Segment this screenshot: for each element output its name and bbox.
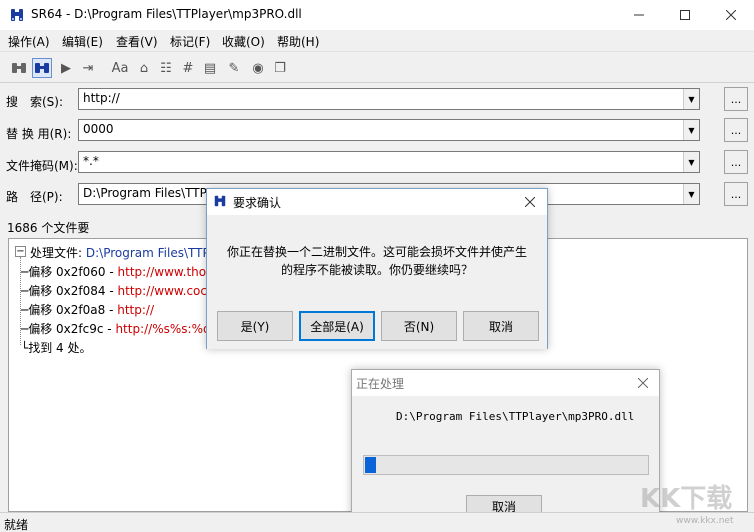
- confirm-dialog-body: 你正在替换一个二进制文件。这可能会损坏文件并使产生 的程序不能被读取。你仍要继续…: [207, 215, 547, 349]
- menu-favorites[interactable]: 收藏(O): [222, 33, 265, 50]
- replace-input-value: 0000: [83, 122, 114, 136]
- yes-button[interactable]: 是(Y): [217, 311, 293, 341]
- watermark-text: KK下载: [640, 484, 733, 514]
- copy-icon[interactable]: ❐: [270, 58, 290, 78]
- window-title: SR64 - D:\Program Files\TTPlayer\mp3PRO.…: [31, 7, 302, 21]
- toolbar: ▶ ⇥ Aa ⌂ ☷ # ▤ ✎ ◉ ❐: [0, 53, 754, 83]
- status-text: 就绪: [4, 518, 29, 532]
- yes-to-all-button[interactable]: 全部是(A): [299, 311, 375, 341]
- search-dropdown-button[interactable]: ▼: [683, 89, 699, 109]
- replace-dropdown-button[interactable]: ▼: [683, 120, 699, 140]
- confirm-message: 你正在替换一个二进制文件。这可能会损坏文件并使产生 的程序不能被读取。你仍要继续…: [226, 245, 527, 277]
- minimize-button[interactable]: [616, 0, 662, 30]
- binoculars-icon: [214, 195, 226, 207]
- close-icon: [525, 197, 535, 207]
- binoculars-app-icon: [11, 9, 23, 21]
- path-dropdown-button[interactable]: ▼: [683, 184, 699, 204]
- search-input-value: http://: [83, 91, 120, 105]
- close-button[interactable]: [708, 0, 754, 30]
- confirm-dialog-titlebar: 要求确认: [207, 189, 547, 215]
- web-icon[interactable]: ◉: [248, 58, 268, 78]
- chevron-down-icon: ▼: [688, 189, 695, 199]
- confirm-dialog: 要求确认 你正在替换一个二进制文件。这可能会损坏文件并使产生 的程序不能被读取。…: [206, 188, 548, 349]
- progress-bar: [363, 455, 649, 475]
- confirm-close-button[interactable]: [521, 193, 539, 211]
- search-input[interactable]: http:// ▼: [78, 88, 700, 110]
- maximize-button[interactable]: [662, 0, 708, 30]
- no-button[interactable]: 否(N): [381, 311, 457, 341]
- replace-label: 替 换 用(R):: [6, 127, 72, 141]
- menu-operate[interactable]: 操作(A): [8, 33, 50, 50]
- progress-dialog-titlebar: 正在处理: [352, 370, 659, 396]
- mask-browse-button[interactable]: ...: [724, 150, 748, 174]
- maximize-icon: [680, 10, 690, 20]
- path-input-value: D:\Program Files\TTP: [83, 186, 207, 200]
- menu-bar: 操作(A) 编辑(E) 查看(V) 标记(F) 收藏(O) 帮助(H): [0, 30, 754, 52]
- watermark-url: www.kkx.net: [676, 516, 734, 526]
- find-replace-icon[interactable]: [32, 58, 52, 78]
- process-file-line: 处理文件: D:\Program Files\TTP: [30, 244, 210, 261]
- mask-label: 文件掩码(M):: [6, 159, 78, 173]
- chevron-down-icon: ▼: [688, 157, 695, 167]
- case-icon[interactable]: Aa: [110, 58, 130, 78]
- chevron-down-icon: ▼: [688, 125, 695, 135]
- find-icon[interactable]: [9, 58, 29, 78]
- progress-dialog: 正在处理 D:\Program Files\TTPlayer\mp3PRO.dl…: [351, 369, 660, 527]
- mask-input[interactable]: *.* ▼: [78, 151, 700, 173]
- script-icon[interactable]: ✎: [224, 58, 244, 78]
- house-icon[interactable]: ⌂: [134, 58, 154, 78]
- cancel-button[interactable]: 取消: [463, 311, 539, 341]
- title-bar: SR64 - D:\Program Files\TTPlayer\mp3PRO.…: [0, 0, 754, 30]
- menu-view[interactable]: 查看(V): [116, 33, 158, 50]
- process-label: 处理文件:: [30, 246, 83, 260]
- file-count: 1686 个文件要: [7, 221, 90, 235]
- confirm-dialog-title: 要求确认: [233, 196, 282, 210]
- close-icon: [638, 378, 648, 388]
- progress-close-button[interactable]: [634, 374, 652, 392]
- result-line[interactable]: ─偏移 0x2fc9c - http://%s%s:%d: [21, 320, 211, 337]
- replace-input[interactable]: 0000 ▼: [78, 119, 700, 141]
- minimize-icon: [634, 14, 644, 16]
- watermark: KK下载 www.kkx.net: [636, 478, 752, 528]
- menu-mark[interactable]: 标记(F): [170, 33, 210, 50]
- stop-icon[interactable]: ▶: [56, 58, 76, 78]
- tree-collapse-icon[interactable]: −: [15, 246, 26, 257]
- zip-icon[interactable]: ▤: [200, 58, 220, 78]
- menu-help[interactable]: 帮助(H): [277, 33, 319, 50]
- path-label: 路 径(P):: [6, 190, 63, 204]
- mask-input-value: *.*: [83, 154, 99, 168]
- close-icon: [726, 10, 736, 20]
- result-line[interactable]: ─偏移 0x2f084 - http://www.coc: [21, 282, 207, 299]
- chevron-down-icon: ▼: [688, 94, 695, 104]
- progress-path: D:\Program Files\TTPlayer\mp3PRO.dll: [396, 410, 635, 423]
- search-label: 搜 索(S):: [6, 95, 64, 109]
- binary-abc-icon[interactable]: ☷: [156, 58, 176, 78]
- export-icon[interactable]: ⇥: [78, 58, 98, 78]
- found-summary: └找到 4 处。: [21, 341, 92, 355]
- result-line[interactable]: ─偏移 0x2f060 - http://www.tho: [21, 263, 206, 280]
- path-browse-button[interactable]: ...: [724, 182, 748, 206]
- search-browse-button[interactable]: ...: [724, 87, 748, 111]
- numbers-icon[interactable]: #: [178, 58, 198, 78]
- progress-dialog-title: 正在处理: [356, 377, 405, 391]
- process-path: D:\Program Files\TTP: [85, 246, 210, 260]
- replace-browse-button[interactable]: ...: [724, 118, 748, 142]
- progress-bar-fill: [365, 457, 376, 473]
- result-line[interactable]: ─偏移 0x2f0a8 - http://: [21, 301, 154, 318]
- mask-dropdown-button[interactable]: ▼: [683, 152, 699, 172]
- menu-edit[interactable]: 编辑(E): [62, 33, 103, 50]
